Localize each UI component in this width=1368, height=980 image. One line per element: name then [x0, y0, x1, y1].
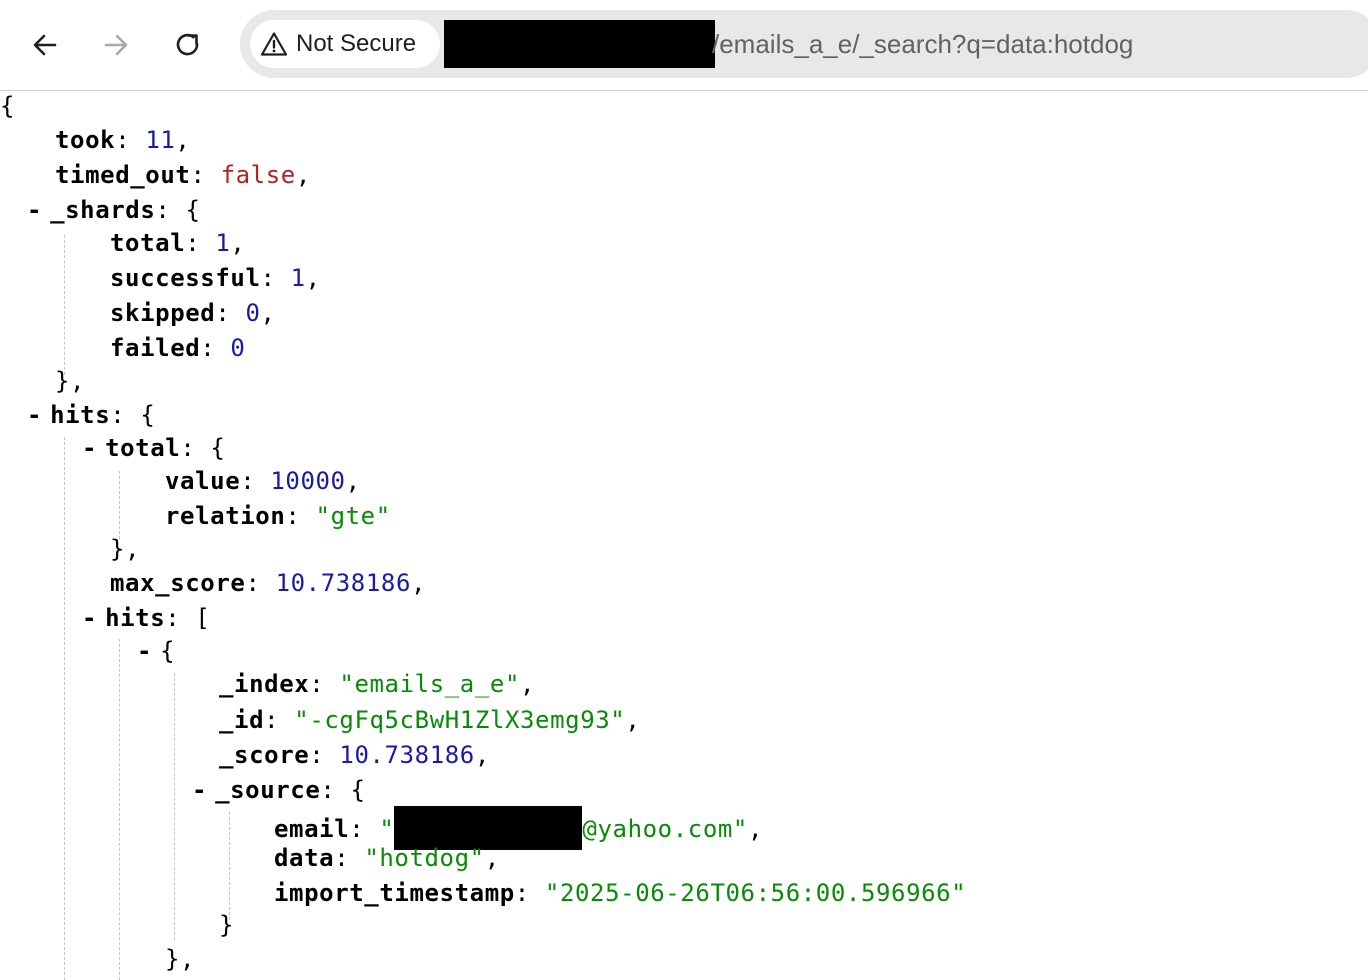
url-redaction	[444, 20, 715, 68]
json-hits-total-close: },	[110, 535, 141, 563]
collapse-toggle[interactable]: -	[137, 637, 152, 665]
json-hit-object-close: },	[165, 945, 196, 973]
json-row-hit-index: _index: "emails_a_e",	[219, 670, 536, 698]
reload-button[interactable]	[165, 22, 211, 68]
indent-guide	[64, 437, 65, 980]
json-row-hits-array: - hits: [	[82, 604, 211, 632]
json-row-hits-total: - total: {	[82, 434, 226, 462]
indent-guide	[64, 235, 65, 375]
json-row-timed-out: timed_out: false,	[55, 161, 311, 189]
json-row-hit-object: -{	[137, 637, 176, 665]
warning-triangle-icon	[260, 32, 288, 56]
security-indicator[interactable]: Not Secure	[250, 20, 440, 68]
json-row-source-data: data: "hotdog",	[274, 844, 500, 872]
browser-toolbar: Not Secure /emails_a_e/_search?q=data:ho…	[0, 0, 1368, 91]
json-source-close: }	[219, 911, 235, 939]
url-text[interactable]: /emails_a_e/_search?q=data:hotdog	[712, 26, 1133, 62]
forward-button[interactable]	[93, 22, 139, 68]
json-row-shards: - _shards: {	[27, 196, 201, 224]
indent-guide	[119, 639, 120, 980]
json-row-source-email: email: " @yahoo.com",	[274, 806, 763, 850]
json-row-hits: - hits: {	[27, 401, 156, 429]
json-row-max-score: max_score: 10.738186,	[110, 569, 427, 597]
json-row-shards-successful: successful: 1,	[110, 264, 321, 292]
arrow-right-icon	[104, 34, 128, 56]
json-viewer: { took: 11, timed_out: false, - _shards: …	[0, 91, 1368, 980]
json-shards-close: },	[55, 367, 86, 395]
indent-guide	[119, 471, 120, 539]
collapse-toggle[interactable]: -	[27, 196, 42, 224]
arrow-left-icon	[33, 34, 57, 56]
json-row-hits-total-relation: relation: "gte"	[165, 502, 391, 530]
collapse-toggle[interactable]: -	[82, 434, 97, 462]
json-row-shards-total: total: 1,	[110, 229, 246, 257]
json-row-shards-failed: failed: 0	[110, 334, 246, 362]
json-row-hits-total-value: value: 10000,	[165, 467, 361, 495]
json-row-hit-source: - _source: {	[192, 776, 366, 804]
json-row-shards-skipped: skipped: 0,	[110, 299, 276, 327]
back-button[interactable]	[22, 22, 68, 68]
json-row-took: took: 11,	[55, 126, 191, 154]
json-row-hit-score: _score: 10.738186,	[219, 741, 490, 769]
collapse-toggle[interactable]: -	[27, 401, 42, 429]
json-row-source-import-timestamp: import_timestamp: "2025-06-26T06:56:00.5…	[274, 879, 967, 907]
json-row-hit-id: _id: "-cgFq5cBwH1ZlX3emg93",	[219, 706, 641, 734]
indent-guide	[174, 673, 175, 940]
security-label: Not Secure	[296, 30, 417, 57]
collapse-toggle[interactable]: -	[192, 776, 207, 804]
reload-icon	[176, 33, 199, 56]
indent-guide	[229, 812, 230, 920]
json-root-open: {	[0, 92, 16, 120]
collapse-toggle[interactable]: -	[82, 604, 97, 632]
